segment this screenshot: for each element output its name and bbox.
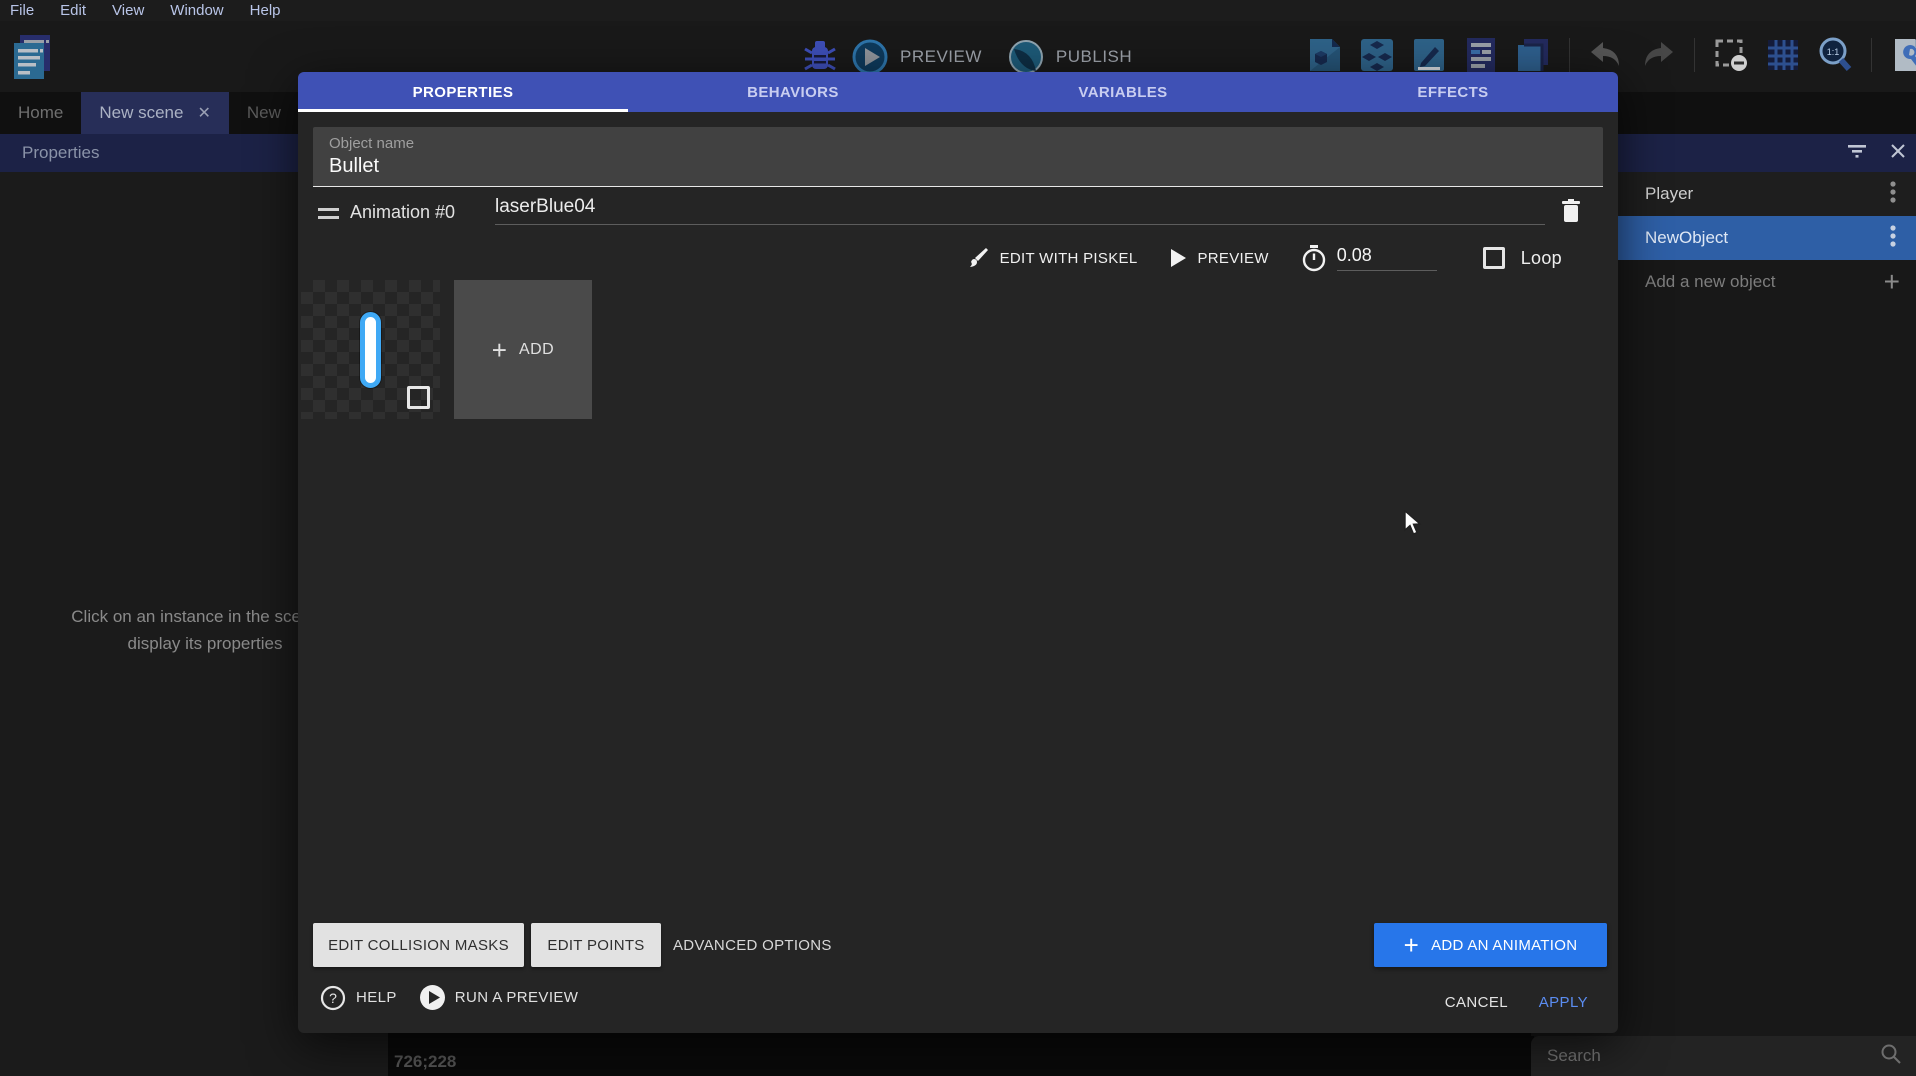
tab-properties[interactable]: PROPERTIES: [298, 72, 628, 112]
menu-file[interactable]: File: [10, 2, 34, 19]
loop-toggle[interactable]: Loop: [1483, 247, 1562, 269]
tab-close-icon[interactable]: ✕: [197, 103, 210, 123]
redo-icon[interactable]: [1638, 33, 1678, 77]
cancel-button[interactable]: CANCEL: [1445, 994, 1508, 1011]
search-input[interactable]: [1531, 1046, 1861, 1066]
plus-icon: +: [1404, 935, 1419, 955]
add-frame-label: ADD: [519, 341, 554, 359]
tab-new-scene-label: New scene: [99, 103, 183, 123]
kebab-menu-icon[interactable]: [1890, 180, 1896, 209]
help-button[interactable]: ? HELP: [320, 985, 397, 1011]
publish-button-label[interactable]: PUBLISH: [1056, 47, 1132, 67]
toolbar-separator: [1871, 38, 1872, 72]
animation-name-field: [495, 196, 1545, 225]
animation-header-row: Animation #0: [298, 196, 1618, 232]
advanced-options-button[interactable]: ADVANCED OPTIONS: [673, 923, 832, 967]
loop-label: Loop: [1521, 248, 1562, 269]
plus-icon: +: [492, 340, 507, 360]
menu-view[interactable]: View: [112, 2, 144, 19]
tab-behaviors[interactable]: BEHAVIORS: [628, 72, 958, 112]
search-icon: [1880, 1043, 1902, 1070]
tab-next-partial[interactable]: New: [229, 92, 299, 134]
add-frame-button[interactable]: + ADD: [454, 280, 592, 419]
run-a-preview-button[interactable]: RUN A PREVIEW: [419, 984, 579, 1011]
tab-variables[interactable]: VARIABLES: [958, 72, 1288, 112]
tab-home-label: Home: [18, 103, 63, 123]
plus-icon[interactable]: +: [1884, 266, 1900, 298]
preview-animation-label: PREVIEW: [1197, 250, 1268, 267]
play-icon: [1169, 248, 1187, 268]
edit-with-piskel-label: EDIT WITH PISKEL: [1000, 250, 1138, 267]
object-row-label: NewObject: [1645, 228, 1728, 248]
preview-button-label[interactable]: PREVIEW: [900, 47, 982, 67]
add-new-object-label: Add a new object: [1645, 272, 1775, 292]
scene-properties-icon[interactable]: [1305, 33, 1345, 77]
menu-edit[interactable]: Edit: [60, 2, 86, 19]
run-preview-icon: [419, 984, 446, 1011]
object-editor-dialog: PROPERTIES BEHAVIORS VARIABLES EFFECTS O…: [298, 72, 1618, 1033]
frames-row: + ADD: [301, 280, 592, 419]
events-list-icon[interactable]: [1461, 33, 1501, 77]
layers-icon[interactable]: [1513, 33, 1553, 77]
filter-icon[interactable]: [1846, 143, 1868, 164]
object-name-label: Object name: [329, 135, 1603, 152]
add-an-animation-button[interactable]: + ADD AN ANIMATION: [1374, 923, 1607, 967]
bullet-sprite-image: [360, 312, 381, 388]
edit-scene-icon[interactable]: [1409, 33, 1449, 77]
tab-new-scene[interactable]: New scene ✕: [81, 92, 229, 134]
time-between-frames-field: [1301, 244, 1437, 272]
undo-icon[interactable]: [1586, 33, 1626, 77]
objects-list-icon[interactable]: [1357, 33, 1397, 77]
kebab-menu-icon[interactable]: [1890, 224, 1896, 253]
dialog-action-bar: ? HELP RUN A PREVIEW CANCEL APPLY: [298, 984, 1618, 1024]
frame-checkbox[interactable]: [407, 386, 430, 409]
run-a-preview-label: RUN A PREVIEW: [455, 989, 579, 1006]
gdevelop-app: File Edit View Window Help: [0, 0, 1916, 1076]
project-manager-icon[interactable]: [10, 33, 54, 81]
dialog-tab-bar: PROPERTIES BEHAVIORS VARIABLES EFFECTS: [298, 72, 1618, 112]
help-icon: ?: [320, 985, 346, 1011]
tab-effects[interactable]: EFFECTS: [1288, 72, 1618, 112]
delete-animation-icon[interactable]: [1560, 198, 1582, 229]
toolbar-separator: [1569, 38, 1570, 72]
properties-panel-title: Properties: [22, 143, 99, 163]
menu-bar: File Edit View Window Help: [0, 0, 1916, 21]
animation-name-input[interactable]: [495, 196, 1545, 225]
mouse-cursor: [1403, 510, 1425, 536]
zoom-1-1-icon[interactable]: 1:1: [1815, 33, 1855, 77]
tab-home[interactable]: Home: [0, 92, 81, 134]
object-row-label: Player: [1645, 184, 1693, 204]
edit-with-piskel-button[interactable]: EDIT WITH PISKEL: [966, 246, 1138, 270]
deselect-mask-icon[interactable]: [1711, 33, 1751, 77]
animation-title: Animation #0: [350, 202, 455, 223]
scene-settings-icon[interactable]: [1888, 33, 1916, 77]
frame-thumbnail[interactable]: [301, 280, 440, 419]
object-name-field[interactable]: Object name: [313, 127, 1603, 187]
time-between-frames-input[interactable]: [1337, 245, 1437, 271]
dialog-footer-buttons: EDIT COLLISION MASKS EDIT POINTS ADVANCE…: [298, 923, 1618, 967]
svg-text:1:1: 1:1: [1827, 47, 1840, 57]
cursor-coordinates: 726;228: [394, 1052, 456, 1072]
edit-collision-masks-button[interactable]: EDIT COLLISION MASKS: [313, 923, 524, 967]
loop-checkbox[interactable]: [1483, 247, 1505, 269]
menu-window[interactable]: Window: [170, 2, 223, 19]
object-name-input[interactable]: [329, 155, 1569, 178]
drag-handle-icon[interactable]: [318, 208, 339, 219]
preview-animation-button[interactable]: PREVIEW: [1169, 248, 1268, 268]
svg-text:?: ?: [329, 990, 337, 1006]
add-an-animation-label: ADD AN ANIMATION: [1431, 937, 1577, 954]
edit-points-button[interactable]: EDIT POINTS: [531, 923, 661, 967]
brush-icon: [966, 246, 990, 270]
toolbar-separator: [1694, 38, 1695, 72]
menu-help[interactable]: Help: [250, 2, 281, 19]
tab-next-label: New: [247, 103, 281, 123]
timer-icon: [1301, 244, 1327, 272]
help-label: HELP: [356, 989, 397, 1006]
grid-icon[interactable]: [1763, 33, 1803, 77]
close-panel-icon[interactable]: [1890, 143, 1906, 164]
objects-search-bar: [1531, 1036, 1916, 1076]
apply-button[interactable]: APPLY: [1539, 994, 1588, 1011]
animation-tools-row: EDIT WITH PISKEL PREVIEW: [298, 238, 1618, 278]
